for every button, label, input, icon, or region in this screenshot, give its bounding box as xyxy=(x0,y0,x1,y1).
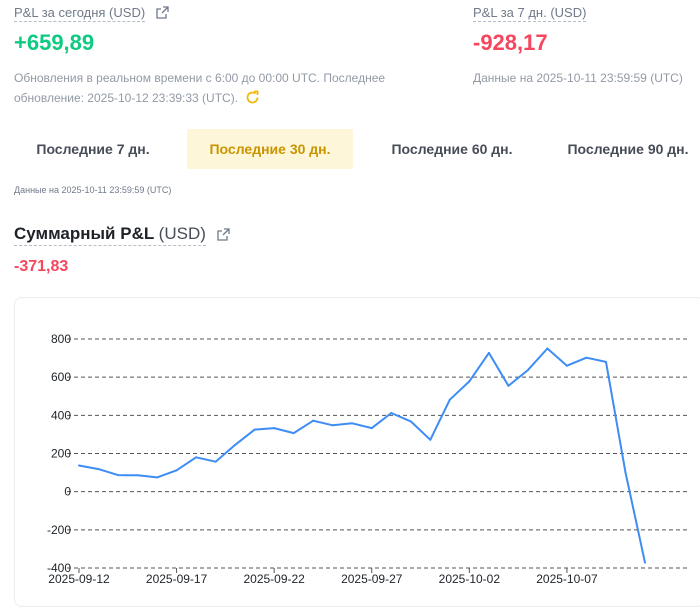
cumulative-pnl-value: -371,83 xyxy=(14,258,69,275)
data-point xyxy=(526,369,529,372)
data-point xyxy=(78,464,80,467)
y-tick-label: 800 xyxy=(51,332,71,346)
today-note-line1: Обновления в реальном времени с 6:00 до … xyxy=(14,71,386,85)
week-pnl-value: -928,17 xyxy=(473,30,548,55)
data-point xyxy=(175,469,178,472)
external-link-icon[interactable] xyxy=(155,6,169,24)
today-pnl-label[interactable]: P&L за сегодня (USD) xyxy=(14,5,146,22)
x-tick-label: 2025-09-17 xyxy=(146,572,208,586)
data-point xyxy=(390,412,393,415)
data-point xyxy=(331,424,334,427)
today-pnl-value: +659,89 xyxy=(14,30,95,55)
data-point xyxy=(195,456,198,459)
data-point xyxy=(448,398,451,401)
data-point xyxy=(644,561,646,564)
data-point xyxy=(351,422,354,425)
x-tick-label: 2025-10-02 xyxy=(439,572,501,586)
x-tick-label: 2025-09-27 xyxy=(341,572,403,586)
cumulative-pnl-title: Суммарный P&L xyxy=(14,224,154,243)
y-tick-label: 0 xyxy=(64,485,71,499)
today-note-line2-wrap: обновление: 2025-10-12 23:39:33 (UTC). xyxy=(14,88,434,111)
refresh-icon[interactable] xyxy=(245,90,260,111)
data-point xyxy=(253,428,256,431)
pnl-series-line xyxy=(78,347,646,563)
week-pnl-label[interactable]: P&L за 7 дн. (USD) xyxy=(473,5,587,22)
data-point xyxy=(624,471,627,474)
cumulative-pnl-title-wrap[interactable]: Суммарный P&L (USD) xyxy=(14,224,206,246)
external-link-icon[interactable] xyxy=(216,226,230,246)
tab-last-7-days[interactable]: Последние 7 дн. xyxy=(14,129,172,169)
data-point xyxy=(546,347,549,350)
data-point xyxy=(507,384,510,387)
week-pnl-header: P&L за 7 дн. (USD) xyxy=(473,4,587,22)
data-point xyxy=(97,468,100,471)
cumulative-pnl-header: Суммарный P&L (USD) xyxy=(14,224,230,246)
tab-last-60-days[interactable]: Последние 60 дн. xyxy=(372,129,532,169)
data-point xyxy=(117,474,120,477)
x-tick-label: 2025-10-07 xyxy=(536,572,598,586)
y-tick-label: 400 xyxy=(51,408,71,422)
today-note-line2: обновление: 2025-10-12 23:39:33 (UTC). xyxy=(14,91,239,105)
data-point xyxy=(565,364,568,367)
data-point xyxy=(604,360,607,363)
data-point xyxy=(312,419,315,422)
data-point xyxy=(370,427,373,430)
data-point xyxy=(468,380,471,383)
data-point xyxy=(409,420,412,423)
week-pnl-note: Данные на 2025-10-11 23:59:59 (UTC) xyxy=(473,71,683,85)
data-point xyxy=(429,438,432,441)
period-data-note: Данные на 2025-10-11 23:59:59 (UTC) xyxy=(14,185,172,195)
y-tick-label: -200 xyxy=(47,523,71,537)
cumulative-pnl-unit: (USD) xyxy=(158,224,206,243)
data-point xyxy=(585,356,588,359)
data-point xyxy=(234,443,237,446)
y-tick-label: 600 xyxy=(51,370,71,384)
x-tick-label: 2025-09-22 xyxy=(243,572,305,586)
tab-last-90-days[interactable]: Последние 90 дн. xyxy=(556,129,700,169)
data-point xyxy=(487,351,490,354)
tab-last-30-days[interactable]: Последние 30 дн. xyxy=(187,129,353,169)
y-tick-label: 200 xyxy=(51,447,71,461)
data-point xyxy=(273,427,276,430)
data-point xyxy=(214,460,217,463)
today-pnl-note: Обновления в реальном времени с 6:00 до … xyxy=(14,68,434,111)
cumulative-pnl-chart[interactable]: 8006004002000-200-4002025-09-12 2025-09-1… xyxy=(15,298,700,608)
today-pnl-header: P&L за сегодня (USD) xyxy=(14,4,169,24)
data-point xyxy=(136,474,139,477)
data-point xyxy=(156,476,159,479)
cumulative-pnl-chart-card: 800 600 400 200 0 -200 -400 2025-09-12 2025-09-1… xyxy=(14,297,700,607)
data-point xyxy=(292,432,295,435)
x-tick-label: 2025-09-12 xyxy=(48,572,110,586)
